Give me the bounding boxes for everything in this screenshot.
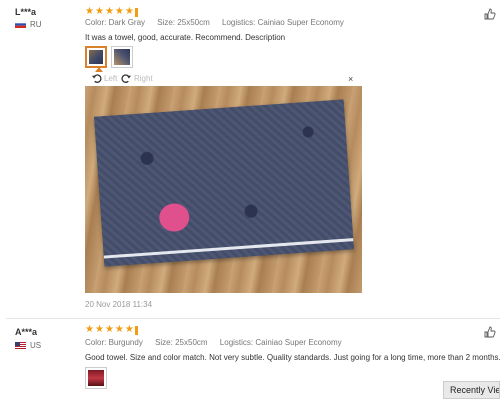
color-label: Color: xyxy=(85,18,107,27)
photo-thumbnail[interactable] xyxy=(85,46,107,68)
review-text: It was a towel, good, accurate. Recommen… xyxy=(85,33,286,42)
order-info: Color: Burgundy Size: 25x50cm Logistics:… xyxy=(85,338,352,347)
logistics-label: Logistics: xyxy=(222,18,256,27)
rotate-left-label: Left xyxy=(104,74,118,83)
color-label: Color: xyxy=(85,338,107,347)
towel-image xyxy=(94,99,354,267)
star-icon: ★ xyxy=(124,324,134,335)
reviewer-name: L***a xyxy=(15,7,37,17)
star-tail xyxy=(134,326,138,335)
rotate-right-button[interactable]: Right xyxy=(121,73,153,84)
active-thumbnail-caret xyxy=(95,67,103,72)
review-date: 20 Nov 2018 11:34 xyxy=(85,300,153,309)
review-photo xyxy=(85,86,362,293)
thumbs-up-icon[interactable] xyxy=(484,326,496,338)
star-icon: ★ xyxy=(104,324,114,335)
review-item: A***a US ★ ★ ★ ★ ★ Color: Burgundy Size:… xyxy=(0,320,500,399)
rotate-right-icon xyxy=(121,74,132,83)
logistics-value: Cainiao Super Economy xyxy=(257,18,344,27)
usa-flag-icon xyxy=(15,342,26,349)
rating-stars: ★ ★ ★ ★ ★ xyxy=(85,325,138,335)
star-icon: ★ xyxy=(94,6,104,17)
star-icon: ★ xyxy=(124,6,134,17)
star-icon: ★ xyxy=(114,6,124,17)
country-code: RU xyxy=(30,20,42,29)
reviewer-country: RU xyxy=(14,20,42,29)
size-value: 25x50cm xyxy=(175,338,208,347)
star-icon: ★ xyxy=(114,324,124,335)
rotate-left-button[interactable]: Left xyxy=(91,73,117,84)
review-item: L***a RU ★ ★ ★ ★ ★ Color: Dark Gray Size… xyxy=(0,0,500,318)
star-tail xyxy=(134,8,138,17)
close-preview-button[interactable]: × xyxy=(348,74,353,84)
size-label: Size: xyxy=(157,18,176,27)
country-code: US xyxy=(30,341,42,350)
order-info: Color: Dark Gray Size: 25x50cm Logistics… xyxy=(85,18,354,27)
size-label: Size: xyxy=(155,338,173,347)
rotate-right-label: Right xyxy=(134,74,153,83)
reviewer-country: US xyxy=(15,341,41,350)
color-value: Dark Gray xyxy=(108,18,146,27)
star-icon: ★ xyxy=(94,324,104,335)
recently-viewed-button[interactable]: Recently View xyxy=(443,381,500,399)
logistics-label: Logistics: xyxy=(219,338,254,347)
photo-thumbnail[interactable] xyxy=(111,46,133,68)
star-icon: ★ xyxy=(85,324,94,335)
logistics-value: Cainiao Super Economy xyxy=(255,338,342,347)
star-icon: ★ xyxy=(85,6,94,17)
color-value: Burgundy xyxy=(108,338,143,347)
rotate-left-icon xyxy=(91,74,102,83)
thumbs-up-icon[interactable] xyxy=(484,8,496,20)
size-value: 25x50cm xyxy=(177,18,210,27)
review-text: Good towel. Size and color match. Not ve… xyxy=(85,353,500,362)
star-icon: ★ xyxy=(104,6,114,17)
review-divider xyxy=(6,318,500,319)
reviewer-name: A***a xyxy=(15,327,38,337)
rating-stars: ★ ★ ★ ★ ★ xyxy=(85,7,138,17)
russia-flag-icon xyxy=(14,20,27,28)
photo-thumbnail[interactable] xyxy=(85,367,107,389)
